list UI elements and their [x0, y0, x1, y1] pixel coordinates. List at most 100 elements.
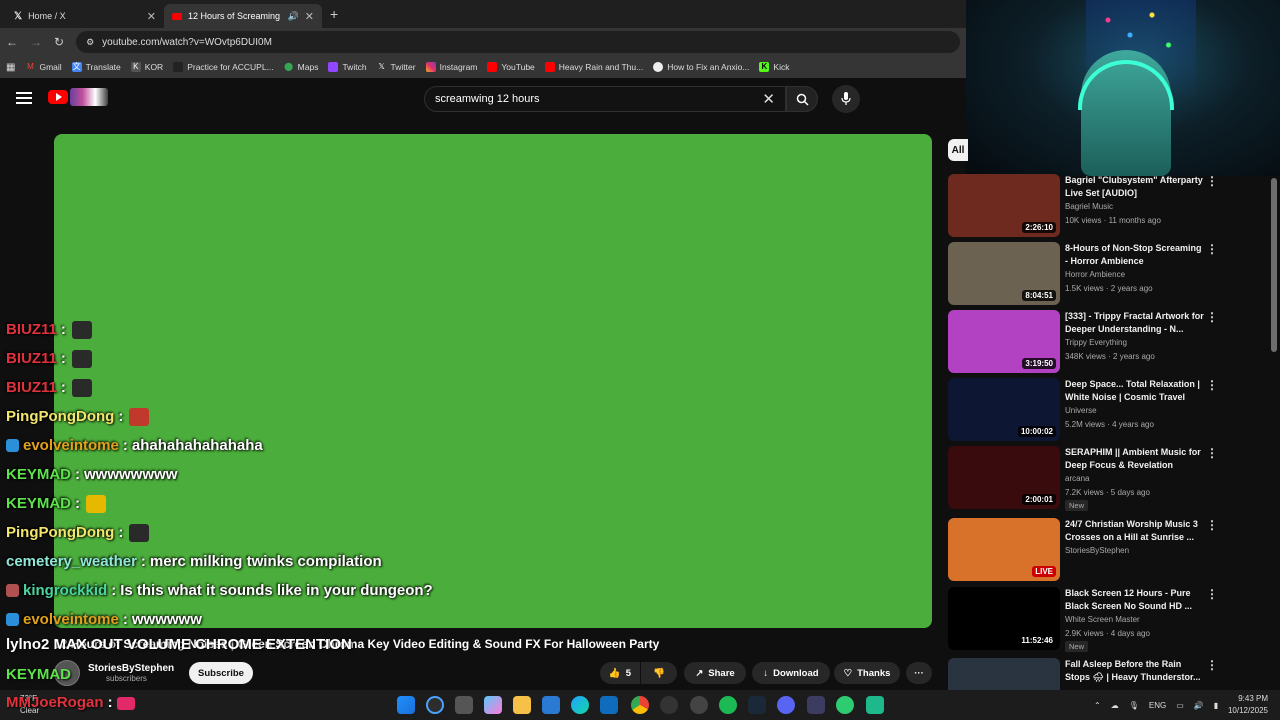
recommended-video[interactable]: 8:04:51 8-Hours of Non-Stop Screaming - H…: [948, 242, 1268, 306]
video-thumbnail[interactable]: 3:19:50: [948, 310, 1060, 373]
sidebar-scrollbar[interactable]: [1271, 178, 1277, 352]
recommended-video[interactable]: 2:00:01 SERAPHIM || Ambient Music for Dee…: [948, 446, 1268, 511]
obs-icon[interactable]: [660, 696, 678, 714]
more-options-icon[interactable]: ⋮: [1206, 242, 1218, 256]
task-view-icon[interactable]: [455, 696, 473, 714]
download-button[interactable]: ↓ Download: [752, 662, 830, 684]
more-options-icon[interactable]: ⋮: [1206, 310, 1218, 324]
steam-icon[interactable]: [748, 696, 766, 714]
app-icon[interactable]: [690, 696, 708, 714]
channel-name[interactable]: StoriesByStephen: [88, 663, 174, 674]
menu-icon[interactable]: [16, 92, 32, 104]
close-tab-icon[interactable]: ✕: [147, 10, 156, 23]
apps-grid-icon[interactable]: ▦: [6, 62, 15, 73]
youtube-logo-icon[interactable]: [48, 90, 68, 104]
recommended-video[interactable]: 11:52:46 Black Screen 12 Hours - Pure Bla…: [948, 587, 1268, 652]
recommended-video-title[interactable]: [333] - Trippy Fractal Artwork for Deepe…: [1065, 310, 1205, 336]
bookmark-kick[interactable]: K Kick: [759, 62, 789, 72]
recommended-video[interactable]: 3:19:50 [333] - Trippy Fractal Artwork fo…: [948, 310, 1268, 374]
video-thumbnail[interactable]: 2:26:10: [948, 174, 1060, 237]
controller-icon[interactable]: [807, 696, 825, 714]
more-options-icon[interactable]: ⋮: [1206, 446, 1218, 460]
microphone-icon[interactable]: 🎙: [1129, 701, 1139, 710]
recommended-video-title[interactable]: Fall Asleep Before the Rain Stops 🌧 | He…: [1065, 658, 1205, 684]
recommended-video-title[interactable]: Deep Space... Total Relaxation | White N…: [1065, 378, 1205, 404]
bookmark-heavy-rain[interactable]: Heavy Rain and Thu...: [544, 62, 643, 72]
green-app-icon[interactable]: [836, 696, 854, 714]
dislike-button[interactable]: 👎: [641, 662, 677, 684]
more-options-icon[interactable]: ⋮: [1206, 658, 1218, 672]
bookmark-gmail[interactable]: M Gmail: [25, 62, 62, 72]
file-explorer-icon[interactable]: [513, 696, 531, 714]
volume-icon[interactable]: 🔊: [1194, 701, 1204, 710]
search-input[interactable]: screamwing 12 hours ✕: [424, 86, 786, 112]
discord-icon[interactable]: [777, 696, 795, 714]
more-options-icon[interactable]: ⋮: [1206, 174, 1218, 188]
chrome-icon[interactable]: [631, 696, 649, 714]
more-options-icon[interactable]: ⋮: [1206, 518, 1218, 532]
channel-info[interactable]: StoriesByStephen subscribers: [54, 660, 174, 686]
chat-text: wwwwwwww: [84, 466, 178, 483]
tab-home-x[interactable]: 𝕏 Home / X ✕: [6, 4, 164, 28]
video-thumbnail[interactable]: LIVE: [948, 518, 1060, 581]
edge-icon[interactable]: [571, 696, 589, 714]
more-options-icon[interactable]: ⋮: [1206, 378, 1218, 392]
bookmark-practice[interactable]: Practice for ACCUPL...: [173, 62, 274, 72]
tab-youtube-video[interactable]: 12 Hours of Screaming No 🔊 ✕: [164, 4, 322, 28]
store-icon[interactable]: [542, 696, 560, 714]
like-button[interactable]: 👍 5: [600, 662, 640, 684]
recommended-video-title[interactable]: SERAPHIM || Ambient Music for Deep Focus…: [1065, 446, 1205, 472]
back-icon[interactable]: ←: [6, 35, 18, 49]
clock[interactable]: 9:43 PM 10/12/2025: [1228, 693, 1268, 717]
duration-badge: 10:00:02: [1017, 426, 1056, 437]
battery-icon[interactable]: ▮: [1214, 701, 1218, 710]
copilot-icon[interactable]: [484, 696, 502, 714]
recommended-video-title[interactable]: Bagriel "Clubsystem" Afterparty Live Set…: [1065, 174, 1205, 200]
bookmark-youtube[interactable]: YouTube: [487, 62, 535, 72]
recommended-video-title[interactable]: 8-Hours of Non-Stop Screaming - Horror A…: [1065, 242, 1205, 268]
video-thumbnail[interactable]: 2:00:01: [948, 446, 1060, 509]
more-options-icon[interactable]: ⋮: [1206, 587, 1218, 601]
bookmark-anxiety[interactable]: How to Fix an Anxio...: [653, 62, 749, 72]
bookmark-translate[interactable]: 文 Translate: [71, 62, 121, 72]
search-icon[interactable]: [426, 696, 444, 714]
recommended-video[interactable]: LIVE 24/7 Christian Worship Music 3 Cross…: [948, 518, 1268, 582]
share-button[interactable]: ↗ Share: [684, 662, 746, 684]
address-bar[interactable]: ⚙ youtube.com/watch?v=WOvtp6DUI0M: [76, 31, 960, 53]
cloud-icon[interactable]: ☁: [1111, 701, 1119, 710]
bookmark-twitch[interactable]: Twitch: [328, 62, 367, 72]
recommended-video-title[interactable]: 24/7 Christian Worship Music 3 Crosses o…: [1065, 518, 1205, 544]
recommended-video[interactable]: 10:00:02 Deep Space... Total Relaxation |…: [948, 378, 1268, 442]
spotify-icon[interactable]: [719, 696, 737, 714]
clear-search-icon[interactable]: ✕: [762, 90, 775, 108]
filter-chip-all[interactable]: All: [948, 139, 968, 161]
language-indicator[interactable]: ENG: [1149, 701, 1166, 710]
speaker-icon[interactable]: 🔊: [288, 11, 299, 22]
terminal-icon[interactable]: [866, 696, 884, 714]
video-thumbnail[interactable]: 11:52:46: [948, 587, 1060, 650]
forward-icon[interactable]: →: [30, 35, 42, 49]
start-icon[interactable]: [397, 696, 415, 714]
recommended-video-title[interactable]: Black Screen 12 Hours - Pure Black Scree…: [1065, 587, 1205, 613]
chat-username: BIUZ11: [6, 350, 57, 367]
bookmark-kor[interactable]: K KOR: [130, 62, 163, 72]
bookmark-twitter[interactable]: 𝕏 Twitter: [377, 62, 415, 72]
recommended-video[interactable]: 2:26:10 Bagriel "Clubsystem" Afterparty L…: [948, 174, 1268, 238]
close-tab-icon[interactable]: ✕: [305, 10, 314, 23]
site-info-icon[interactable]: ⚙: [86, 37, 94, 48]
doodle-logo[interactable]: [70, 88, 108, 106]
voice-search-button[interactable]: [832, 85, 860, 113]
search-button[interactable]: [786, 86, 818, 112]
video-thumbnail[interactable]: 8:04:51: [948, 242, 1060, 305]
chevron-up-icon[interactable]: ⌃: [1094, 701, 1101, 710]
thanks-button[interactable]: ♡ Thanks: [834, 662, 900, 684]
subscribe-button[interactable]: Subscribe: [189, 662, 253, 684]
display-icon[interactable]: ▭: [1176, 701, 1184, 710]
reload-icon[interactable]: ↻: [54, 35, 64, 49]
bookmark-maps[interactable]: ⬤ Maps: [284, 62, 318, 72]
new-tab-button[interactable]: +: [330, 6, 338, 22]
video-thumbnail[interactable]: 10:00:02: [948, 378, 1060, 441]
outlook-icon[interactable]: [600, 696, 618, 714]
more-actions-button[interactable]: ···: [906, 662, 932, 684]
bookmark-instagram[interactable]: Instagram: [425, 62, 477, 72]
